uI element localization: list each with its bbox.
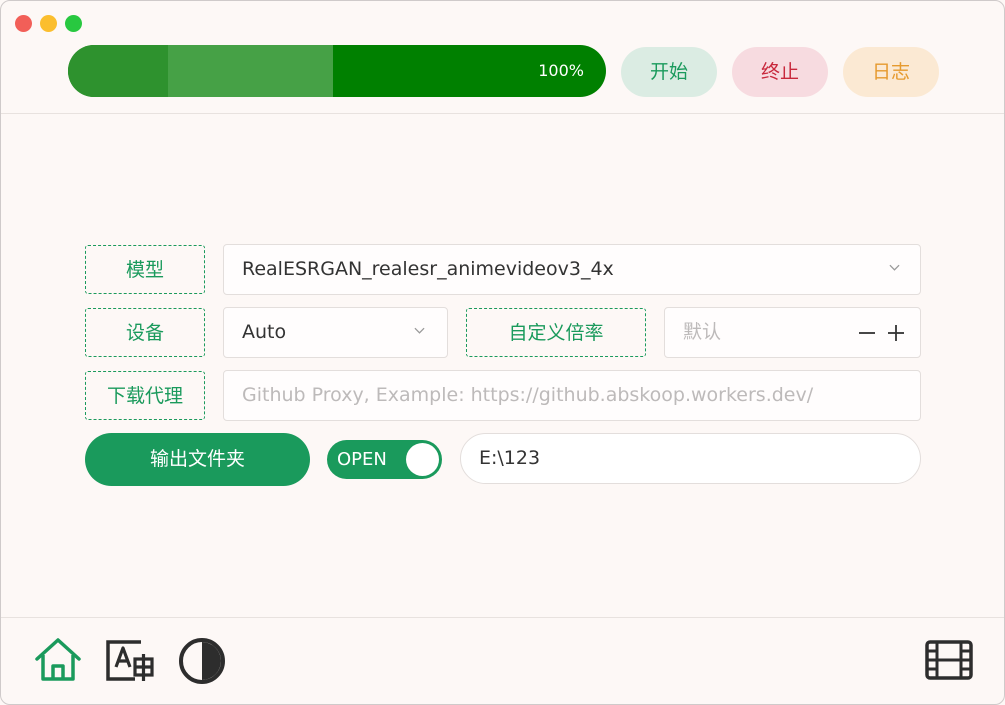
- progress-bar: 100%: [68, 45, 606, 97]
- chevron-down-icon: [414, 327, 425, 334]
- toggle-knob: [406, 443, 439, 476]
- log-button[interactable]: 日志: [843, 47, 939, 97]
- output-path-value: E:\123: [479, 447, 541, 469]
- output-path-input[interactable]: E:\123: [460, 433, 921, 484]
- film-icon[interactable]: [924, 637, 974, 683]
- model-select-value: RealESRGAN_realesr_animevideov3_4x: [242, 258, 614, 280]
- stop-button[interactable]: 终止: [732, 47, 828, 97]
- start-button[interactable]: 开始: [621, 47, 717, 97]
- progress-label: 100%: [538, 61, 584, 80]
- divider: [1, 113, 1004, 114]
- minus-icon[interactable]: [858, 324, 876, 342]
- progress-segment: [168, 45, 333, 97]
- open-folder-toggle[interactable]: OPEN: [327, 440, 442, 479]
- theme-contrast-icon[interactable]: [178, 637, 226, 685]
- chevron-down-icon: [889, 264, 900, 271]
- proxy-label: 下载代理: [85, 371, 205, 420]
- window-controls: [15, 15, 82, 32]
- plus-icon[interactable]: [887, 324, 905, 342]
- close-window-button[interactable]: [15, 15, 32, 32]
- toggle-label: OPEN: [337, 449, 387, 470]
- output-folder-button[interactable]: 输出文件夹: [85, 433, 310, 486]
- device-select[interactable]: Auto: [223, 307, 448, 358]
- proxy-input[interactable]: Github Proxy, Example: https://github.ab…: [223, 370, 921, 421]
- app-window: 100% 开始 终止 日志 模型 RealESRGAN_realesr_anim…: [0, 0, 1005, 705]
- model-label: 模型: [85, 245, 205, 294]
- device-select-value: Auto: [242, 321, 287, 343]
- divider: [1, 617, 1004, 618]
- device-label: 设备: [85, 308, 205, 357]
- progress-segment: [68, 45, 168, 97]
- home-icon[interactable]: [33, 637, 83, 683]
- custom-scale-placeholder: 默认: [683, 321, 722, 343]
- custom-scale-label: 自定义倍率: [466, 308, 646, 357]
- model-select[interactable]: RealESRGAN_realesr_animevideov3_4x: [223, 244, 921, 295]
- translate-icon[interactable]: [105, 637, 155, 683]
- proxy-placeholder: Github Proxy, Example: https://github.ab…: [242, 384, 814, 406]
- zoom-window-button[interactable]: [65, 15, 82, 32]
- custom-scale-stepper[interactable]: 默认: [664, 307, 921, 358]
- minimize-window-button[interactable]: [40, 15, 57, 32]
